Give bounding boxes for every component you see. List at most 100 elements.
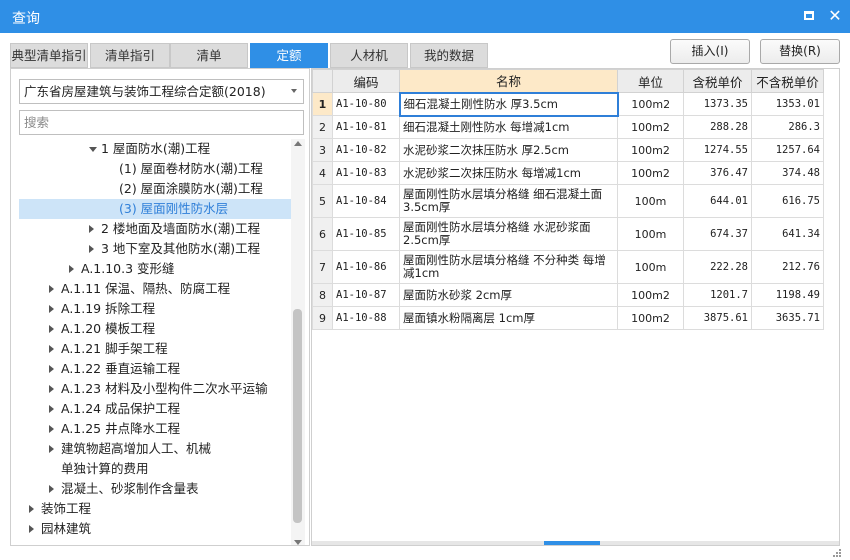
table-row[interactable]: 9 A1-10-88 屋面镇水粉隔离层 1cm厚 100m2 3875.61 3635.7… — [312, 306, 824, 330]
table-row[interactable]: 2 A1-10-81 细石混凝土刚性防水 每增减1cm 100m2 288.28 286.… — [312, 115, 824, 139]
caret-right-icon[interactable] — [29, 525, 34, 533]
unit-cell[interactable]: 100m2 — [617, 306, 684, 330]
notax-price-cell[interactable]: 212.76 — [751, 250, 824, 284]
horizontal-scrollbar[interactable] — [312, 541, 839, 545]
row-index[interactable]: 4 — [312, 161, 333, 185]
tree-node[interactable]: A.1.22 垂直运输工程 — [11, 359, 291, 379]
caret-right-icon[interactable] — [49, 305, 54, 313]
name-cell[interactable]: 屋面刚性防水层填分格缝 细石混凝土面3.5cm厚 — [399, 184, 618, 218]
code-cell[interactable]: A1-10-87 — [332, 283, 400, 307]
unit-cell[interactable]: 100m2 — [617, 283, 684, 307]
unit-cell[interactable]: 100m — [617, 217, 684, 251]
tree-node[interactable]: (3) 屋面刚性防水层 — [11, 199, 291, 219]
tree-node[interactable]: (1) 屋面卷材防水(潮)工程 — [11, 159, 291, 179]
tax-price-cell[interactable]: 3875.61 — [683, 306, 752, 330]
tax-price-cell[interactable]: 1274.55 — [683, 138, 752, 162]
code-cell[interactable]: A1-10-84 — [332, 184, 400, 218]
code-cell[interactable]: A1-10-80 — [332, 92, 400, 116]
tree-node[interactable]: 3 地下室及其他防水(潮)工程 — [11, 239, 291, 259]
name-cell[interactable]: 屋面刚性防水层填分格缝 不分种类 每增减1cm — [399, 250, 618, 284]
caret-right-icon[interactable] — [49, 365, 54, 373]
name-cell[interactable]: 屋面刚性防水层填分格缝 水泥砂浆面2.5cm厚 — [399, 217, 618, 251]
name-cell[interactable]: 细石混凝土刚性防水 厚3.5cm — [398, 91, 619, 117]
scroll-up-icon[interactable] — [294, 141, 302, 146]
unit-cell[interactable]: 100m — [617, 184, 684, 218]
tax-price-cell[interactable]: 674.37 — [683, 217, 752, 251]
tax-price-cell[interactable]: 1373.35 — [683, 92, 752, 116]
maximize-icon[interactable] — [800, 7, 818, 25]
close-icon[interactable]: ✕ — [826, 7, 844, 25]
scroll-down-icon[interactable] — [294, 540, 302, 545]
notax-price-cell[interactable]: 1198.49 — [751, 283, 824, 307]
table-row[interactable]: 6 A1-10-85 屋面刚性防水层填分格缝 水泥砂浆面2.5cm厚 100m 674.… — [312, 217, 824, 251]
unit-cell[interactable]: 100m2 — [617, 138, 684, 162]
caret-down-icon[interactable] — [89, 147, 97, 152]
code-cell[interactable]: A1-10-82 — [332, 138, 400, 162]
tree-node[interactable]: A.1.23 材料及小型构件二次水平运输 — [11, 379, 291, 399]
resize-grip-icon[interactable] — [830, 548, 842, 558]
tree-scrollbar[interactable] — [291, 139, 305, 545]
tree-node[interactable]: A.1.21 脚手架工程 — [11, 339, 291, 359]
table-row[interactable]: 5 A1-10-84 屋面刚性防水层填分格缝 细石混凝土面3.5cm厚 100m 644… — [312, 184, 824, 218]
tree-node[interactable]: A.1.10.3 变形缝 — [11, 259, 291, 279]
column-header-name[interactable]: 名称 — [399, 69, 618, 93]
tree-node[interactable]: (2) 屋面涂膜防水(潮)工程 — [11, 179, 291, 199]
unit-cell[interactable]: 100m — [617, 250, 684, 284]
caret-right-icon[interactable] — [49, 385, 54, 393]
tax-price-cell[interactable]: 288.28 — [683, 115, 752, 139]
replace-button[interactable]: 替换(R) — [760, 39, 840, 64]
caret-right-icon[interactable] — [89, 225, 94, 233]
scrollbar-thumb[interactable] — [293, 309, 302, 523]
caret-right-icon[interactable] — [49, 425, 54, 433]
name-cell[interactable]: 细石混凝土刚性防水 每增减1cm — [399, 115, 618, 139]
code-cell[interactable]: A1-10-88 — [332, 306, 400, 330]
tab-bill[interactable]: 清单 — [170, 43, 248, 68]
table-row[interactable]: 7 A1-10-86 屋面刚性防水层填分格缝 不分种类 每增减1cm 100m 222.… — [312, 250, 824, 284]
tax-price-cell[interactable]: 644.01 — [683, 184, 752, 218]
notax-price-cell[interactable]: 641.34 — [751, 217, 824, 251]
tax-price-cell[interactable]: 222.28 — [683, 250, 752, 284]
tree-node[interactable]: A.1.19 拆除工程 — [11, 299, 291, 319]
caret-right-icon[interactable] — [69, 265, 74, 273]
caret-right-icon[interactable] — [29, 505, 34, 513]
column-header-notax-price[interactable]: 不含税单价 — [751, 69, 824, 93]
code-cell[interactable]: A1-10-83 — [332, 161, 400, 185]
caret-right-icon[interactable] — [49, 325, 54, 333]
tab-quota[interactable]: 定额 — [250, 43, 328, 68]
row-index[interactable]: 8 — [312, 283, 333, 307]
tree-node[interactable]: 混凝土、砂浆制作含量表 — [11, 479, 291, 499]
name-cell[interactable]: 水泥砂浆二次抹压防水 厚2.5cm — [399, 138, 618, 162]
search-input[interactable] — [19, 110, 304, 135]
tree-node[interactable]: A.1.24 成品保护工程 — [11, 399, 291, 419]
caret-right-icon[interactable] — [89, 245, 94, 253]
scrollbar-grip[interactable] — [544, 541, 600, 545]
tree-node[interactable]: 装饰工程 — [11, 499, 291, 519]
notax-price-cell[interactable]: 616.75 — [751, 184, 824, 218]
tax-price-cell[interactable]: 1201.7 — [683, 283, 752, 307]
row-index[interactable]: 7 — [312, 250, 333, 284]
row-index[interactable]: 2 — [312, 115, 333, 139]
notax-price-cell[interactable]: 286.3 — [751, 115, 824, 139]
row-index[interactable]: 9 — [312, 306, 333, 330]
caret-right-icon[interactable] — [49, 345, 54, 353]
tree-node[interactable]: A.1.11 保温、隔热、防腐工程 — [11, 279, 291, 299]
notax-price-cell[interactable]: 3635.71 — [751, 306, 824, 330]
tree-node[interactable]: A.1.20 模板工程 — [11, 319, 291, 339]
tab-my-data[interactable]: 我的数据 — [410, 43, 488, 68]
unit-cell[interactable]: 100m2 — [617, 92, 684, 116]
tree-node[interactable]: 1 屋面防水(潮)工程 — [11, 139, 291, 159]
tree-node[interactable]: 园林建筑 — [11, 519, 291, 539]
table-row[interactable]: 8 A1-10-87 屋面防水砂浆 2cm厚 100m2 1201.7 1198.49 — [312, 283, 824, 307]
row-index[interactable]: 6 — [312, 217, 333, 251]
tab-typical-bill-guide[interactable]: 典型清单指引 — [10, 43, 88, 68]
column-header-code[interactable]: 编码 — [332, 69, 400, 93]
notax-price-cell[interactable]: 1353.01 — [751, 92, 824, 116]
unit-cell[interactable]: 100m2 — [617, 115, 684, 139]
row-index[interactable]: 3 — [312, 138, 333, 162]
notax-price-cell[interactable]: 374.48 — [751, 161, 824, 185]
column-header-unit[interactable]: 单位 — [617, 69, 684, 93]
code-cell[interactable]: A1-10-85 — [332, 217, 400, 251]
tree-node[interactable]: 建筑物超高增加人工、机械 — [11, 439, 291, 459]
code-cell[interactable]: A1-10-86 — [332, 250, 400, 284]
library-select[interactable]: 广东省房屋建筑与装饰工程综合定额(2018) — [19, 79, 304, 104]
